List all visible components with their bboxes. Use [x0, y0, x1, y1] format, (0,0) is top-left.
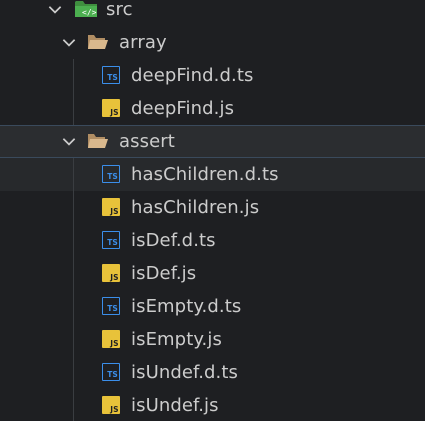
tree-item-label: isEmpty.js — [131, 329, 222, 350]
tree-item-label: isUndef.d.ts — [131, 362, 238, 383]
folder-open-icon — [88, 134, 108, 148]
indent-guide — [73, 92, 74, 125]
src-folder-icon: </> — [75, 1, 97, 17]
typescript-file-icon: TS — [102, 297, 120, 315]
javascript-file-icon: JS — [102, 396, 120, 414]
tree-item-label: hasChildren.d.ts — [131, 164, 279, 185]
tree-item-label: array — [119, 32, 167, 53]
tree-item-label: assert — [119, 131, 175, 152]
typescript-file-icon: TS — [102, 165, 120, 183]
indent-guide — [73, 290, 74, 323]
tree-item-label: isUndef.js — [131, 395, 219, 416]
chevron-down-icon[interactable] — [60, 132, 78, 150]
indent-guide — [73, 323, 74, 356]
indent-guide — [73, 191, 74, 224]
chevron-down-icon[interactable] — [46, 0, 64, 18]
indent-guide — [73, 158, 74, 191]
javascript-file-icon: JS — [102, 264, 120, 282]
svg-text:</>: </> — [82, 8, 97, 17]
tree-item-label: isEmpty.d.ts — [131, 296, 242, 317]
tree-item-file[interactable]: TS deepFind.d.ts — [0, 59, 425, 92]
folder-open-icon — [88, 35, 108, 49]
tree-item-label: src — [106, 0, 133, 20]
tree-item-file[interactable]: TS isUndef.d.ts — [0, 356, 425, 389]
indent-guide — [73, 257, 74, 290]
tree-item-src[interactable]: </> src — [0, 0, 425, 26]
tree-item-label: isDef.js — [131, 263, 197, 284]
tree-item-file[interactable]: JS isDef.js — [0, 257, 425, 290]
typescript-file-icon: TS — [102, 231, 120, 249]
tree-item-label: deepFind.d.ts — [131, 65, 254, 86]
javascript-file-icon: JS — [102, 99, 120, 117]
indent-guide — [73, 224, 74, 257]
file-explorer-tree: </> src array TS deepFind.d.ts JS deepFi… — [0, 0, 425, 421]
typescript-file-icon: TS — [102, 363, 120, 381]
tree-item-file[interactable]: JS hasChildren.js — [0, 191, 425, 224]
tree-item-file[interactable]: TS isEmpty.d.ts — [0, 290, 425, 323]
javascript-file-icon: JS — [102, 198, 120, 216]
chevron-down-icon[interactable] — [60, 33, 78, 51]
tree-item-label: deepFind.js — [131, 98, 235, 119]
tree-item-folder-array[interactable]: array — [0, 26, 425, 59]
typescript-file-icon: TS — [102, 66, 120, 84]
javascript-file-icon: JS — [102, 330, 120, 348]
tree-item-file[interactable]: JS isUndef.js — [0, 389, 425, 421]
tree-item-file[interactable]: JS deepFind.js — [0, 92, 425, 125]
tree-item-file[interactable]: TS isDef.d.ts — [0, 224, 425, 257]
indent-guide — [73, 356, 74, 389]
tree-item-folder-assert[interactable]: assert — [0, 125, 425, 158]
tree-item-label: isDef.d.ts — [131, 230, 216, 251]
indent-guide — [73, 59, 74, 92]
tree-item-file[interactable]: JS isEmpty.js — [0, 323, 425, 356]
indent-guide — [73, 389, 74, 421]
tree-item-label: hasChildren.js — [131, 197, 260, 218]
tree-item-file[interactable]: TS hasChildren.d.ts — [0, 158, 425, 191]
